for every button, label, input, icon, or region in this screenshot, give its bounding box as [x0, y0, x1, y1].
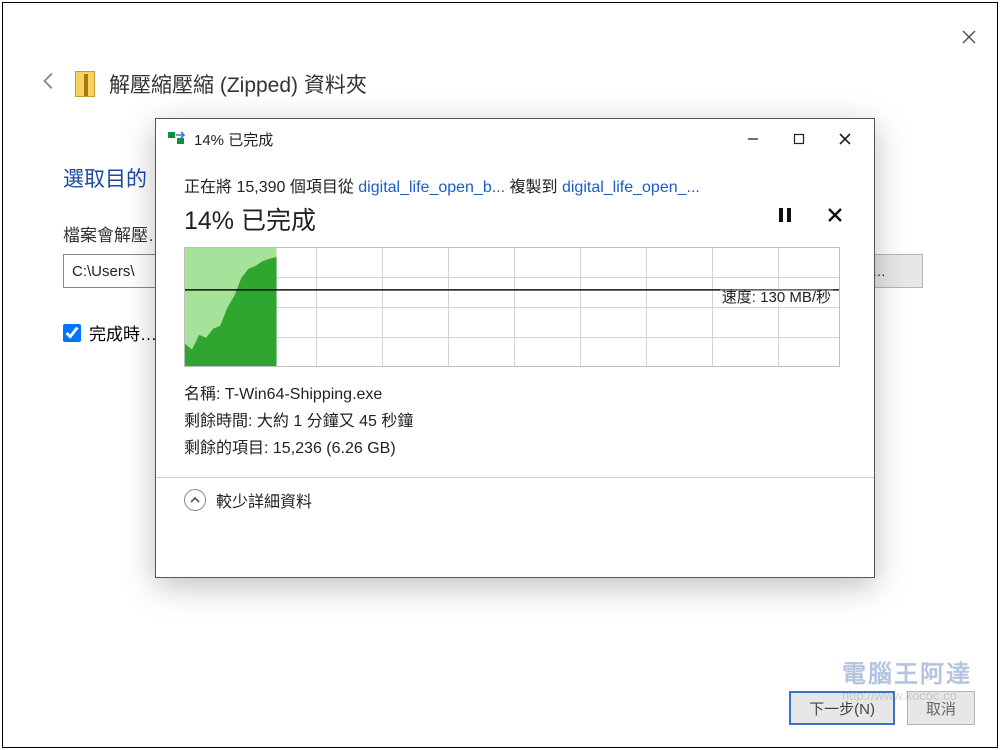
maximize-button[interactable]	[776, 123, 822, 155]
dialog-title: 14% 已完成	[194, 129, 730, 150]
copy-progress-dialog: 14% 已完成 正在將 15,390 個項目從 digital_life_ope…	[155, 118, 875, 578]
dialog-titlebar[interactable]: 14% 已完成	[156, 119, 874, 159]
source-link[interactable]: digital_life_open_b...	[358, 179, 505, 196]
cancel-transfer-button[interactable]	[824, 207, 846, 228]
wizard-header: 解壓縮壓縮 (Zipped) 資料夾	[3, 3, 997, 119]
zip-folder-icon	[75, 71, 95, 97]
wizard-title: 解壓縮壓縮 (Zipped) 資料夾	[109, 69, 367, 99]
time-remaining: 大約 1 分鐘又 45 秒鐘	[257, 413, 413, 430]
pause-button[interactable]	[774, 207, 796, 228]
back-arrow-icon[interactable]	[39, 70, 61, 98]
show-when-done-label: 完成時…	[89, 320, 157, 345]
percent-complete: 14% 已完成	[184, 201, 846, 237]
transfer-details: 名稱: T-Win64-Shipping.exe 剩餘時間: 大約 1 分鐘又 …	[184, 381, 846, 463]
speed-chart: 速度: 130 MB/秒	[184, 247, 840, 367]
minimize-button[interactable]	[730, 123, 776, 155]
dialog-close-button[interactable]	[822, 123, 868, 155]
speed-label: 速度: 130 MB/秒	[720, 286, 833, 307]
current-file-name: T-Win64-Shipping.exe	[225, 386, 382, 403]
chevron-up-icon	[184, 489, 206, 511]
items-remaining: 15,236 (6.26 GB)	[273, 440, 396, 457]
fewer-details-toggle[interactable]: 較少詳細資料	[184, 488, 846, 524]
close-icon[interactable]	[959, 27, 979, 47]
copy-summary-line: 正在將 15,390 個項目從 digital_life_open_b... 複…	[184, 173, 846, 197]
transfer-icon	[168, 129, 186, 150]
watermark: 電腦王阿達 http://www.kococ.co	[842, 661, 972, 704]
separator	[156, 477, 874, 478]
destination-link[interactable]: digital_life_open_...	[562, 179, 700, 196]
show-when-done-input[interactable]	[63, 324, 81, 342]
